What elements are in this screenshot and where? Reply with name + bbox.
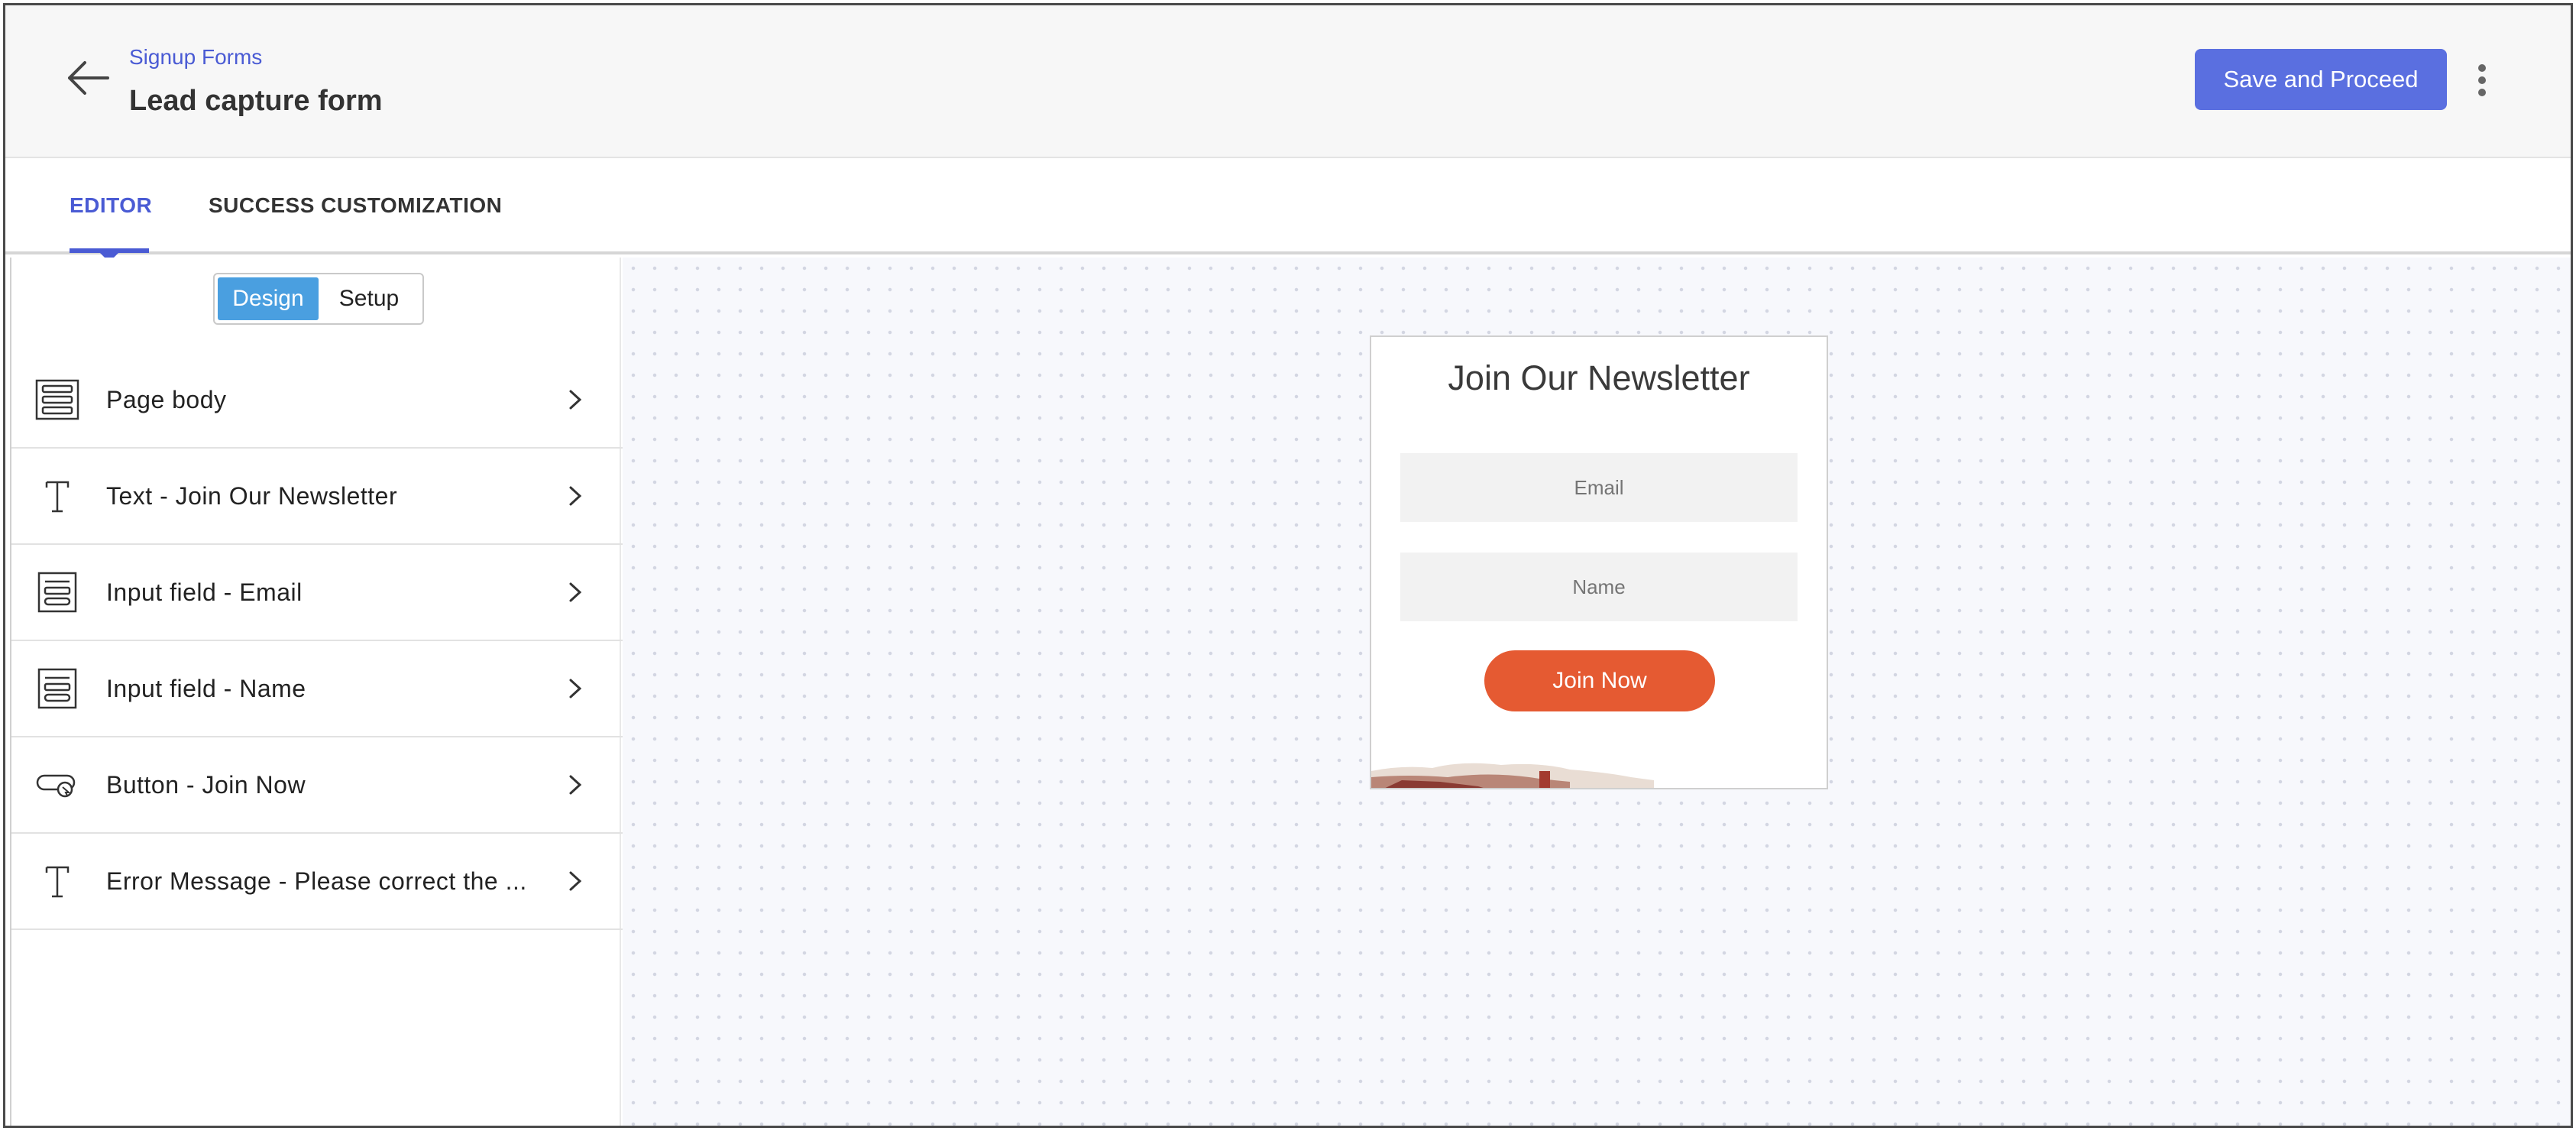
list-item-page-body[interactable]: Page body — [11, 352, 623, 449]
item-label: Button - Join Now — [106, 770, 306, 799]
chevron-right-icon — [566, 483, 584, 509]
chevron-right-icon — [566, 868, 584, 894]
item-label: Text - Join Our Newsletter — [106, 481, 398, 510]
list-item-input-name[interactable]: Input field - Name — [11, 641, 623, 737]
input-field-icon — [34, 667, 80, 710]
editor-canvas[interactable]: Join Our Newsletter Join Now — [623, 258, 2571, 1126]
join-now-button[interactable]: Join Now — [1484, 650, 1715, 711]
more-options-icon[interactable] — [2467, 60, 2497, 100]
button-cursor-icon — [34, 763, 80, 806]
app-window: Signup Forms Lead capture form Save and … — [3, 3, 2573, 1128]
tab-success-customization[interactable]: SUCCESS CUSTOMIZATION — [209, 193, 502, 218]
chevron-right-icon — [566, 579, 584, 605]
back-arrow-icon[interactable] — [65, 59, 111, 97]
item-label: Input field - Email — [106, 578, 303, 606]
name-field[interactable] — [1400, 553, 1798, 621]
layout-rows-icon — [34, 378, 80, 421]
list-item-text-join-our-newsletter[interactable]: Text - Join Our Newsletter — [11, 449, 623, 545]
form-preview[interactable]: Join Our Newsletter Join Now — [1370, 335, 1828, 789]
text-icon — [34, 860, 80, 903]
toggle-setup[interactable]: Setup — [319, 277, 419, 320]
element-panel: Design Setup Page body Text - Join Our N… — [10, 258, 623, 1126]
item-label: Input field - Name — [106, 674, 306, 702]
page-title: Lead capture form — [129, 85, 383, 117]
tab-editor[interactable]: EDITOR — [70, 193, 152, 218]
form-background-image — [1371, 757, 1654, 788]
toggle-design[interactable]: Design — [218, 277, 319, 320]
breadcrumb[interactable]: Signup Forms — [129, 45, 262, 70]
text-icon — [34, 475, 80, 517]
design-setup-toggle: Design Setup — [213, 273, 424, 325]
list-item-error-message[interactable]: Error Message - Please correct the ... — [11, 834, 623, 930]
input-field-icon — [34, 571, 80, 614]
item-label: Page body — [106, 385, 227, 413]
element-list: Page body Text - Join Our Newsletter Inp… — [11, 352, 623, 930]
chevron-right-icon — [566, 772, 584, 798]
tab-bar: EDITOR SUCCESS CUSTOMIZATION — [5, 160, 2571, 262]
page-header: Signup Forms Lead capture form Save and … — [5, 5, 2571, 158]
chevron-right-icon — [566, 676, 584, 702]
form-title[interactable]: Join Our Newsletter — [1371, 358, 1827, 398]
list-item-button-join-now[interactable]: Button - Join Now — [11, 737, 623, 834]
email-field[interactable] — [1400, 453, 1798, 522]
chevron-right-icon — [566, 387, 584, 413]
list-item-input-email[interactable]: Input field - Email — [11, 545, 623, 641]
item-label: Error Message - Please correct the ... — [106, 867, 527, 895]
save-and-proceed-button[interactable]: Save and Proceed — [2195, 49, 2447, 110]
